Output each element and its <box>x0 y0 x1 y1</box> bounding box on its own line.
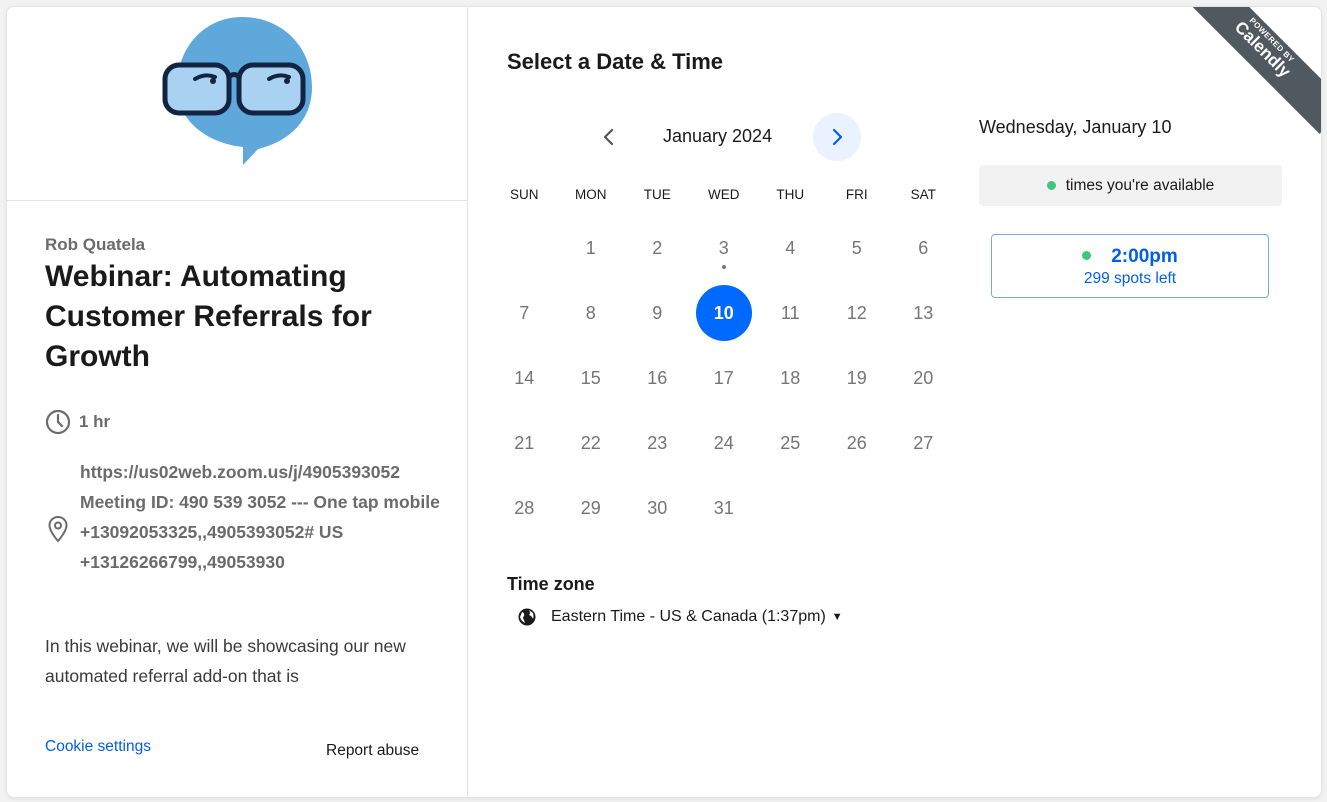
selected-date-label: Wednesday, January 10 <box>979 117 1172 137</box>
calendar-day[interactable]: 23 <box>629 415 685 471</box>
globe-icon <box>518 608 536 626</box>
weekday-header: SUN MON TUE WED THU FRI SAT <box>491 187 957 202</box>
host-name: Rob Quatela <box>45 235 146 254</box>
booking-card: Rob Quatela Webinar: Automating Customer… <box>6 6 1322 798</box>
calendar-day[interactable]: 25 <box>762 415 818 471</box>
month-navigation: January 2024 <box>597 113 863 161</box>
page-title: Select a Date & Time <box>507 49 724 74</box>
report-abuse-link[interactable]: Report abuse <box>326 742 419 760</box>
calendar-day[interactable]: 11 <box>762 285 818 341</box>
company-logo <box>162 17 312 165</box>
chevron-left-icon <box>603 128 614 146</box>
weekday-label: SAT <box>910 187 936 202</box>
next-month-button[interactable] <box>813 113 861 161</box>
calendly-branding-ribbon[interactable]: POWERED BY Calendly <box>1178 7 1321 134</box>
calendar-day[interactable]: 29 <box>563 480 619 536</box>
calendar-day[interactable]: 7 <box>496 285 552 341</box>
calendar-day[interactable]: 18 <box>762 350 818 406</box>
calendar-day[interactable]: 8 <box>563 285 619 341</box>
calendar-day[interactable]: 20 <box>895 350 951 406</box>
calendar-day[interactable]: 19 <box>829 350 885 406</box>
timezone-select[interactable]: Eastern Time - US & Canada (1:37pm) ▼ <box>517 607 843 627</box>
previous-month-button[interactable] <box>597 125 621 149</box>
calendar-day[interactable]: 3 <box>696 220 752 276</box>
availability-legend-text: times you're available <box>1065 176 1215 194</box>
time-slot-time: 2:00pm <box>1111 246 1178 267</box>
calendar-day[interactable]: 28 <box>496 480 552 536</box>
time-slot-spots: 299 spots left <box>1083 270 1177 287</box>
calendar-day[interactable]: 6 <box>895 220 951 276</box>
logo-area <box>7 7 467 201</box>
location-text: https://us02web.zoom.us/j/4905393052 Mee… <box>80 462 440 572</box>
location-pin-icon <box>48 515 68 543</box>
availability-legend: times you're available <box>979 165 1282 206</box>
today-dot-icon <box>721 265 726 269</box>
month-label: January 2024 <box>663 126 773 146</box>
weekday-label: TUE <box>643 187 671 202</box>
chevron-right-icon <box>832 128 843 146</box>
calendar-day[interactable]: 13 <box>895 285 951 341</box>
weekday-label: WED <box>708 187 740 202</box>
time-slot-button[interactable]: 2:00pm 299 spots left <box>991 234 1269 298</box>
calendar-day[interactable]: 4 <box>762 220 818 276</box>
event-title: Webinar: Automating Customer Referrals f… <box>45 260 372 373</box>
cookie-settings-link[interactable]: Cookie settings <box>45 738 151 756</box>
calendar-day[interactable]: 22 <box>563 415 619 471</box>
calendar-day[interactable]: 31 <box>696 480 752 536</box>
weekday-label: MON <box>575 187 607 202</box>
calendar-day[interactable]: 26 <box>829 415 885 471</box>
duration-row: 1 hr <box>45 409 110 435</box>
calendar-day[interactable]: 14 <box>496 350 552 406</box>
calendar-day[interactable]: 30 <box>629 480 685 536</box>
calendar-day[interactable]: 2 <box>629 220 685 276</box>
calendar-day[interactable]: 21 <box>496 415 552 471</box>
calendar-day[interactable]: 27 <box>895 415 951 471</box>
available-dot-icon <box>1046 181 1056 190</box>
weekday-label: FRI <box>845 187 868 202</box>
calendar-day[interactable]: 9 <box>629 285 685 341</box>
duration-text: 1 hr <box>79 412 111 431</box>
weekday-label: THU <box>776 187 805 202</box>
calendar-day-selected[interactable]: 10 <box>695 285 752 341</box>
calendar-day[interactable]: 5 <box>829 220 885 276</box>
calendar-day[interactable]: 12 <box>829 285 885 341</box>
event-details-panel: Rob Quatela Webinar: Automating Customer… <box>7 7 468 797</box>
calendar-day[interactable]: 24 <box>696 415 752 471</box>
event-description: In this webinar, we will be showcasing o… <box>45 636 406 686</box>
available-dot-icon <box>1082 250 1092 260</box>
clock-icon <box>45 409 71 435</box>
calendar-day[interactable]: 15 <box>563 350 619 406</box>
timezone-value: Eastern Time - US & Canada (1:37pm) <box>551 608 826 625</box>
calendar-day[interactable]: 17 <box>696 350 752 406</box>
event-info: Rob Quatela Webinar: Automating Customer… <box>45 235 435 377</box>
caret-down-icon: ▼ <box>831 611 843 623</box>
calendar-day[interactable]: 16 <box>629 350 685 406</box>
calendar-day[interactable]: 1 <box>563 220 619 276</box>
weekday-label: SUN <box>509 187 539 202</box>
timezone-label: Time zone <box>507 574 595 594</box>
